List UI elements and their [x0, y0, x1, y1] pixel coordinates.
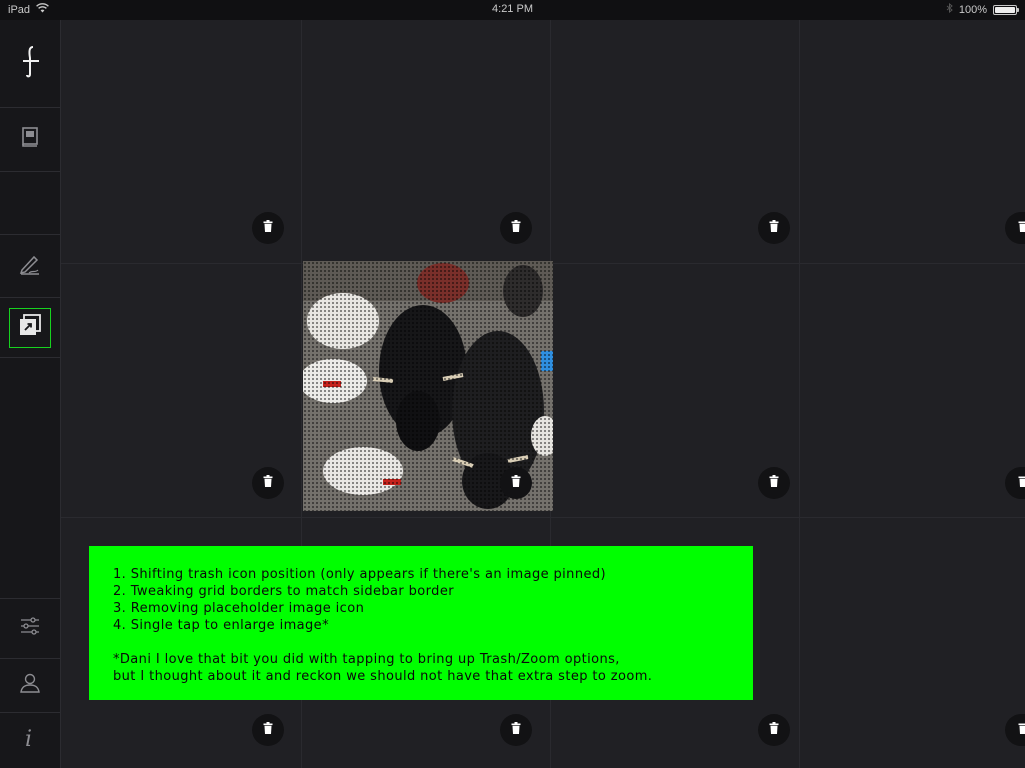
library-button[interactable] — [0, 108, 60, 172]
annotation-note: 1. Shifting trash icon position (only ap… — [89, 546, 753, 700]
trash-button[interactable] — [758, 467, 790, 499]
note-item: 3. Removing placeholder image icon — [113, 601, 365, 616]
note-item: 1. Shifting trash icon position (only ap… — [113, 567, 606, 582]
note-item: 4. Single tap to enlarge image* — [113, 618, 329, 633]
add-icon — [17, 44, 43, 83]
svg-text:i: i — [25, 727, 32, 750]
status-bar: iPad 4:21 PM 100% — [0, 0, 1025, 20]
trash-button[interactable] — [252, 467, 284, 499]
trash-button[interactable] — [1005, 467, 1025, 499]
trash-button[interactable] — [252, 212, 284, 244]
trash-button[interactable] — [500, 714, 532, 746]
trash-icon — [1017, 474, 1025, 492]
trash-icon — [510, 721, 522, 739]
trash-icon — [1017, 721, 1025, 739]
trash-button[interactable] — [758, 714, 790, 746]
settings-button[interactable] — [0, 598, 60, 659]
trash-button[interactable] — [758, 212, 790, 244]
note-spacer — [113, 634, 729, 651]
active-indicator — [9, 307, 51, 348]
trash-icon — [768, 219, 780, 237]
book-icon — [19, 126, 41, 153]
empty-slot — [0, 172, 60, 235]
battery-icon — [993, 4, 1019, 15]
pen-icon — [19, 253, 41, 280]
profile-icon — [19, 672, 41, 699]
bluetooth-icon — [946, 2, 953, 16]
note-footnote: but I thought about it and reckon we sho… — [113, 669, 653, 684]
trash-icon — [262, 474, 274, 492]
trash-button[interactable] — [252, 714, 284, 746]
sidebar: i — [0, 20, 61, 768]
note-item: 2. Tweaking grid borders to match sideba… — [113, 584, 454, 599]
trash-icon — [262, 721, 274, 739]
info-icon: i — [23, 726, 37, 755]
gallery-button[interactable] — [0, 298, 60, 358]
trash-button[interactable] — [500, 212, 532, 244]
trash-icon — [768, 474, 780, 492]
profile-button[interactable] — [0, 659, 60, 713]
edit-button[interactable] — [0, 235, 60, 298]
trash-icon — [768, 721, 780, 739]
trash-button[interactable] — [1005, 212, 1025, 244]
status-right: 100% — [946, 2, 1019, 16]
info-button[interactable]: i — [0, 713, 60, 768]
sliders-icon — [19, 616, 41, 641]
gallery-zoom-icon — [18, 313, 42, 342]
trash-icon — [1017, 219, 1025, 237]
trash-button[interactable] — [1005, 714, 1025, 746]
status-time: 4:21 PM — [492, 3, 533, 15]
grid-line-v — [799, 20, 800, 768]
note-footnote: *Dani I love that bit you did with tappi… — [113, 652, 620, 667]
battery-percent: 100% — [958, 3, 987, 16]
grid-line-h — [61, 517, 1025, 518]
trash-icon — [510, 474, 522, 492]
trash-button[interactable] — [500, 467, 532, 499]
trash-icon — [510, 219, 522, 237]
trash-icon — [262, 219, 274, 237]
add-button[interactable] — [0, 20, 60, 108]
